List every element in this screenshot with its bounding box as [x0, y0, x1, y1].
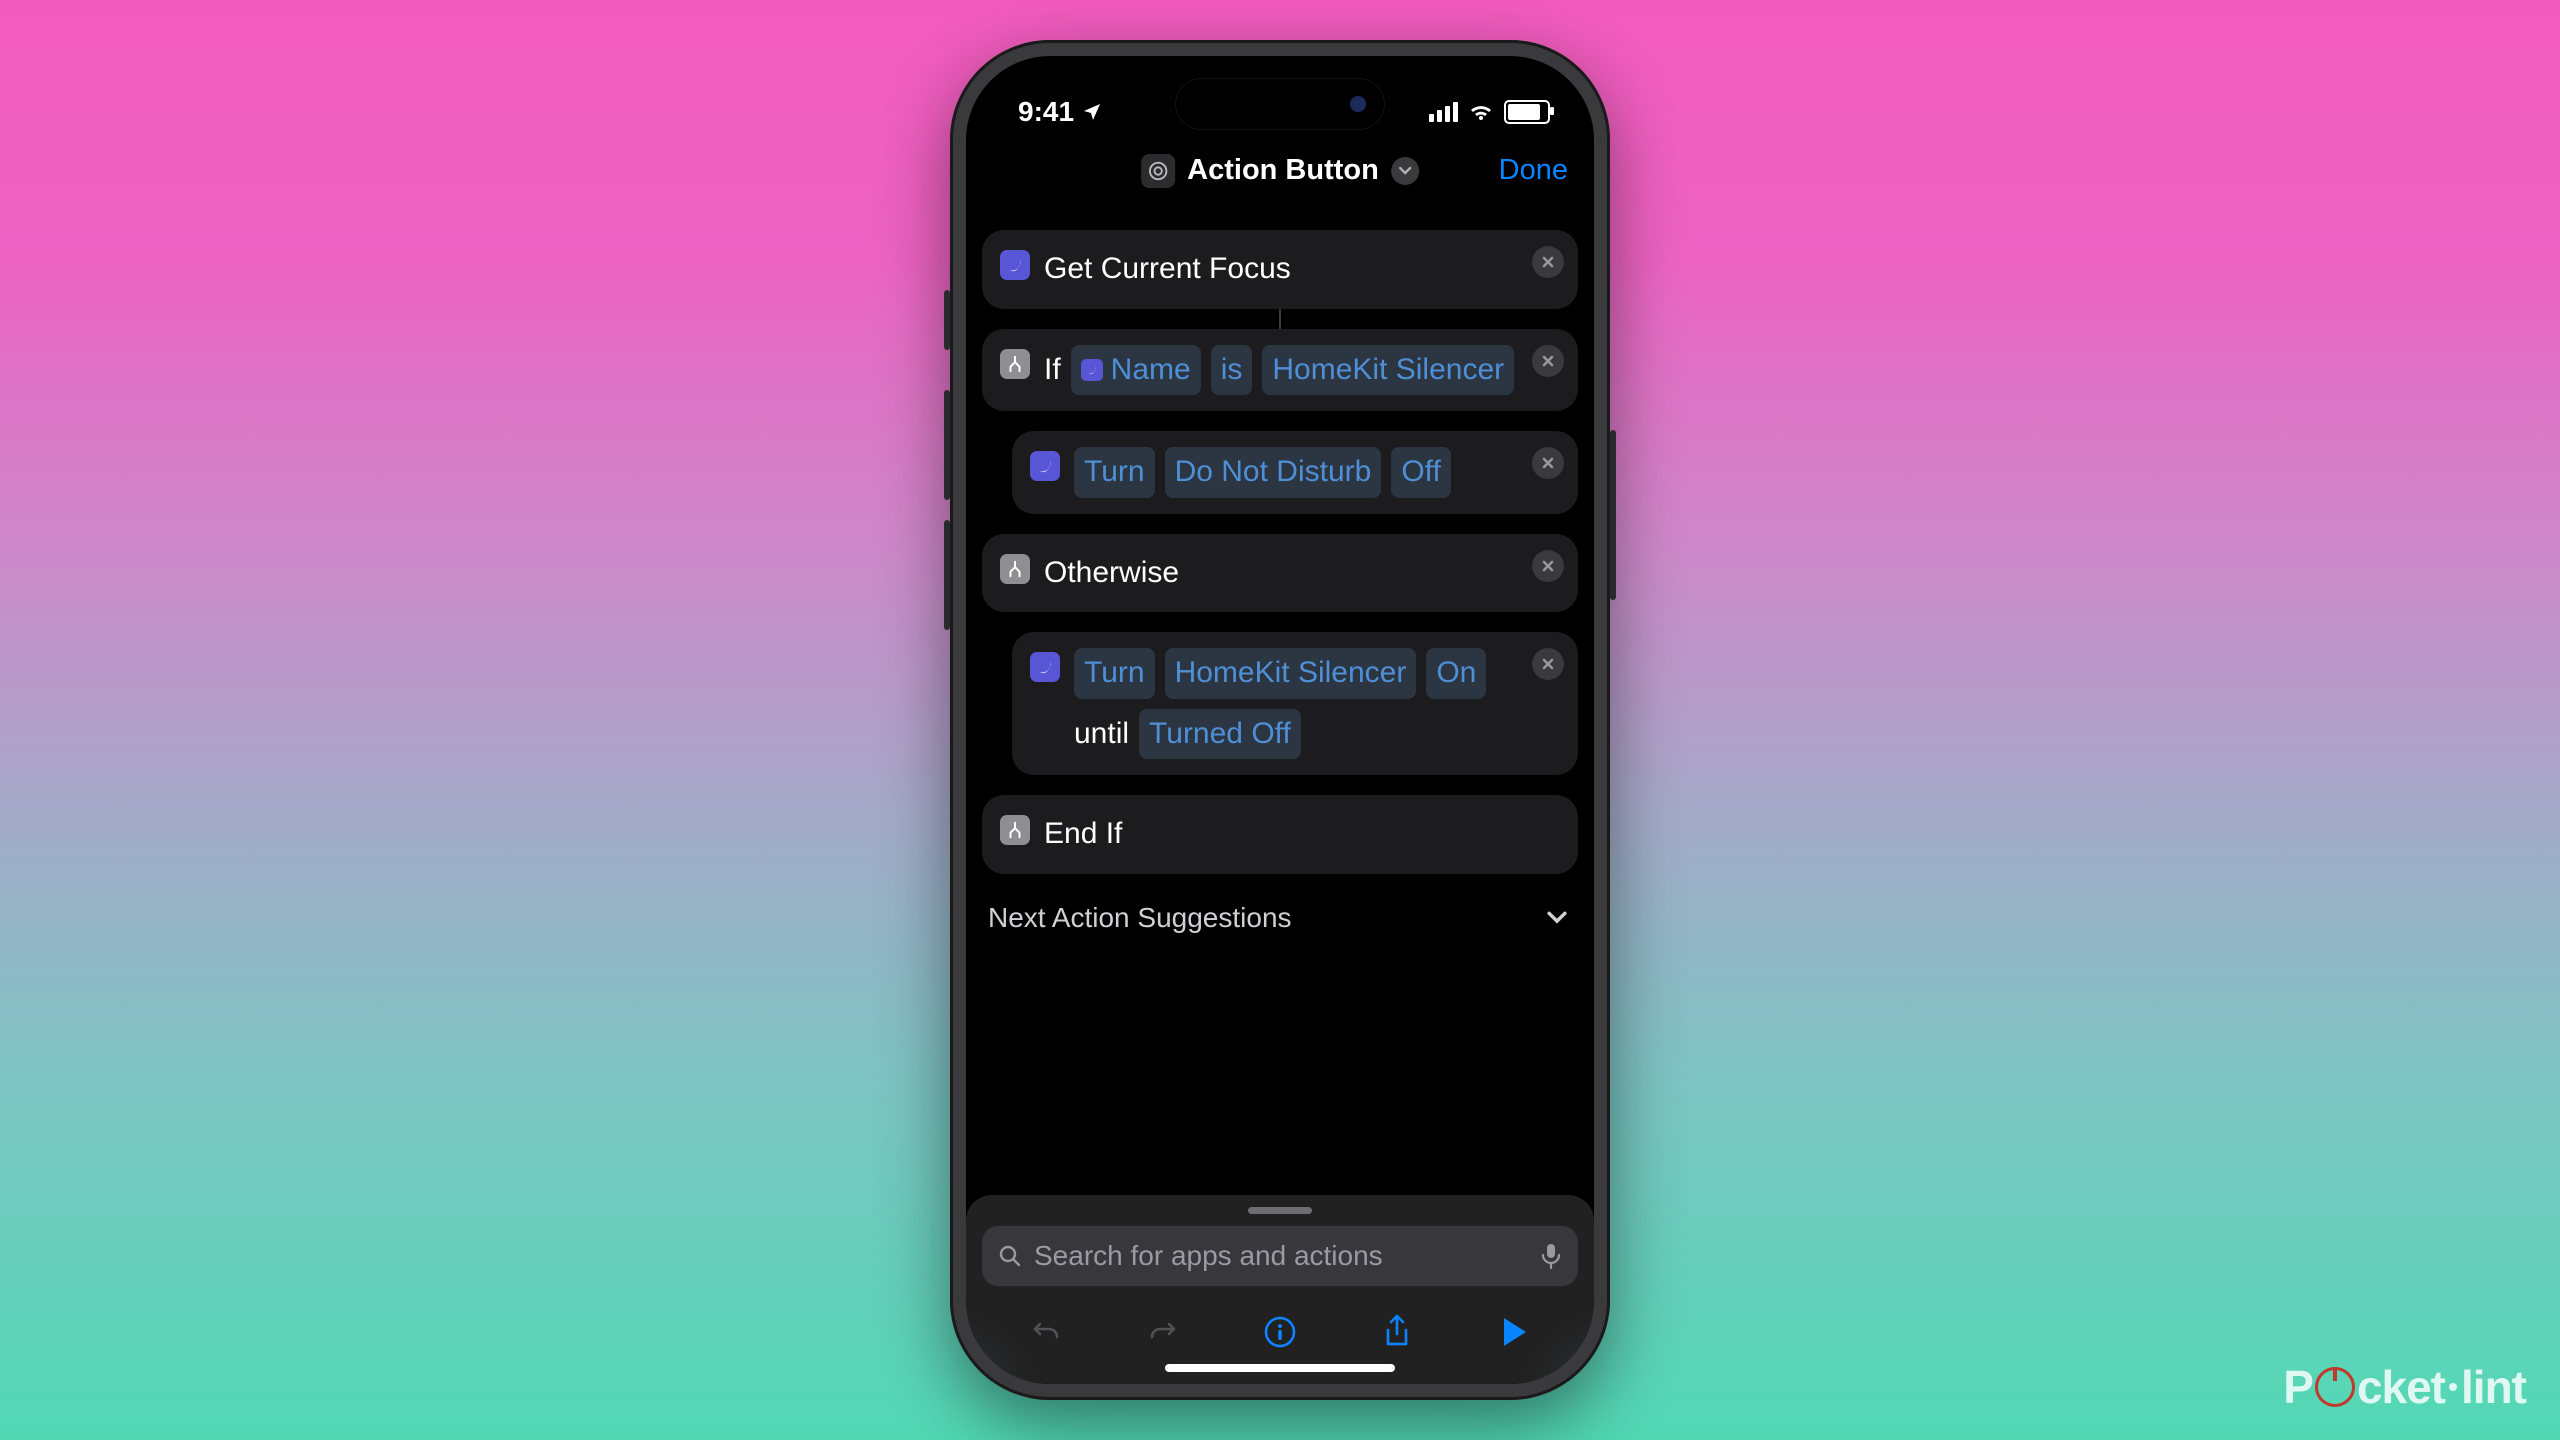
branch-icon [1000, 815, 1030, 845]
focus-icon [1081, 359, 1103, 381]
redo-button[interactable] [1141, 1310, 1185, 1354]
focus-icon [1030, 451, 1060, 481]
side-button-vol-down [944, 520, 950, 630]
nav-bar: Action Button Done [966, 142, 1594, 205]
next-action-suggestions-header[interactable]: Next Action Suggestions [982, 894, 1578, 934]
focus-icon [1000, 250, 1030, 280]
info-button[interactable] [1258, 1310, 1302, 1354]
power-icon [2315, 1367, 2355, 1407]
battery-icon [1504, 100, 1550, 124]
close-icon [1541, 255, 1555, 269]
dynamic-island [1175, 78, 1385, 130]
remove-action-button[interactable] [1532, 648, 1564, 680]
watermark: Pcketlint [2283, 1360, 2526, 1414]
clock: 9:41 [1018, 96, 1074, 128]
if-keyword: If [1044, 347, 1061, 394]
if-value-token[interactable]: HomeKit Silencer [1262, 345, 1514, 396]
branch-icon [1000, 349, 1030, 379]
remove-action-button[interactable] [1532, 447, 1564, 479]
turn-state-token[interactable]: On [1426, 648, 1486, 699]
wifi-icon [1468, 102, 1494, 122]
search-icon [998, 1244, 1022, 1268]
screen: 9:41 Action Button Done [966, 56, 1594, 1384]
editor-toolbar [982, 1310, 1578, 1354]
sheet-grabber[interactable] [1248, 1207, 1312, 1214]
until-value-token[interactable]: Turned Off [1139, 709, 1301, 760]
action-get-current-focus[interactable]: Get Current Focus [982, 230, 1578, 309]
if-operator-token[interactable]: is [1211, 345, 1253, 396]
iphone-frame: 9:41 Action Button Done [950, 40, 1610, 1400]
location-icon [1082, 102, 1102, 122]
info-icon [1263, 1315, 1297, 1349]
cellular-icon [1429, 102, 1458, 122]
action-if[interactable]: If Name is HomeKit Silencer [982, 329, 1578, 412]
action-title: Get Current Focus [1044, 246, 1291, 293]
endif-label: End If [1044, 811, 1122, 858]
action-otherwise[interactable]: Otherwise [982, 534, 1578, 613]
close-icon [1541, 456, 1555, 470]
branch-icon [1000, 554, 1030, 584]
play-icon [1500, 1316, 1528, 1348]
side-button-power [1610, 430, 1616, 600]
side-button-silence [944, 290, 950, 350]
remove-action-button[interactable] [1532, 345, 1564, 377]
mic-icon[interactable] [1540, 1243, 1562, 1269]
home-indicator[interactable] [1165, 1364, 1395, 1372]
undo-button[interactable] [1024, 1310, 1068, 1354]
page-title: Action Button [1187, 154, 1379, 187]
turn-state-token[interactable]: Off [1391, 447, 1450, 498]
remove-action-button[interactable] [1532, 246, 1564, 278]
done-button[interactable]: Done [1499, 154, 1568, 187]
share-icon [1382, 1314, 1412, 1350]
turn-verb-token[interactable]: Turn [1074, 447, 1155, 498]
if-variable-token[interactable]: Name [1071, 345, 1201, 396]
otherwise-label: Otherwise [1044, 550, 1179, 597]
suggestions-label: Next Action Suggestions [988, 902, 1292, 934]
turn-focus-token[interactable]: Do Not Disturb [1165, 447, 1382, 498]
action-picker-sheet: Search for apps and actions [966, 1195, 1594, 1384]
chevron-down-icon [1398, 164, 1412, 178]
side-button-vol-up [944, 390, 950, 500]
search-placeholder: Search for apps and actions [1034, 1240, 1528, 1272]
action-end-if[interactable]: End If [982, 795, 1578, 874]
shortcut-glyph-icon [1141, 154, 1175, 188]
redo-icon [1147, 1316, 1179, 1348]
close-icon [1541, 559, 1555, 573]
focus-icon [1030, 652, 1060, 682]
share-button[interactable] [1375, 1310, 1419, 1354]
title-options-button[interactable] [1391, 157, 1419, 185]
undo-icon [1030, 1316, 1062, 1348]
action-set-focus-on[interactable]: Turn HomeKit Silencer On until Turned Of… [1012, 632, 1578, 775]
turn-verb-token[interactable]: Turn [1074, 648, 1155, 699]
remove-action-button[interactable] [1532, 550, 1564, 582]
close-icon [1541, 657, 1555, 671]
run-button[interactable] [1492, 1310, 1536, 1354]
close-icon [1541, 354, 1555, 368]
chevron-down-icon [1546, 907, 1568, 929]
search-field[interactable]: Search for apps and actions [982, 1226, 1578, 1286]
until-keyword: until [1074, 711, 1129, 758]
flow-connector [1279, 309, 1281, 329]
turn-focus-token[interactable]: HomeKit Silencer [1165, 648, 1417, 699]
action-set-focus-off[interactable]: Turn Do Not Disturb Off [1012, 431, 1578, 514]
